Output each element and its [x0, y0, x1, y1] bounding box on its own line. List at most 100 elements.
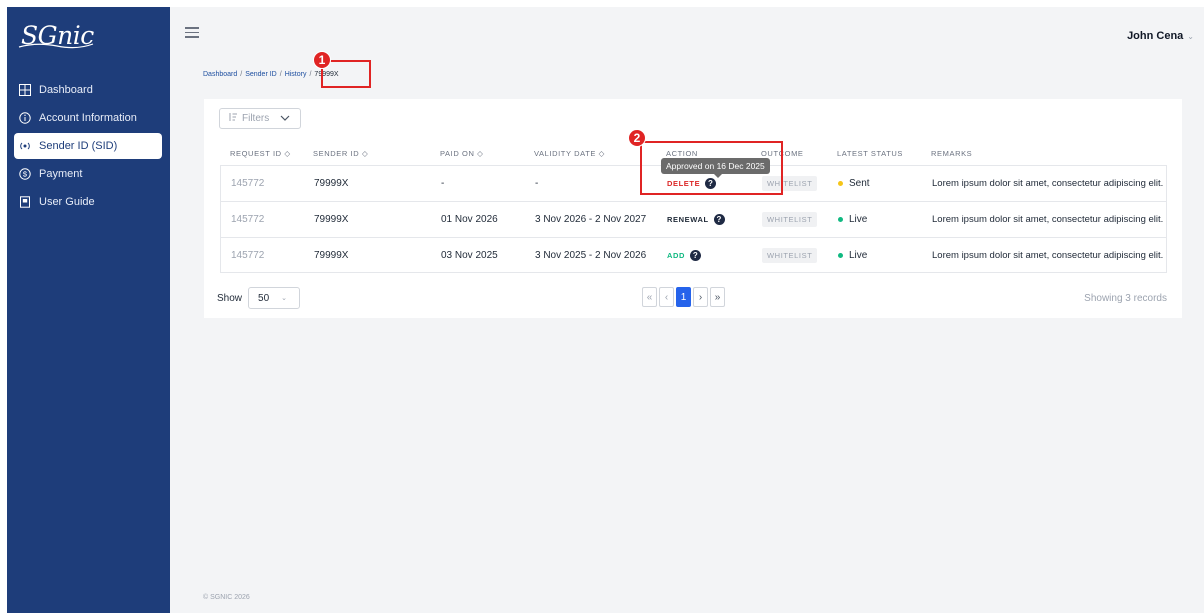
table-row: 145772 79999X 01 Nov 2026 3 Nov 2026 - 2…: [220, 201, 1167, 237]
cell-sender-id: 79999X: [314, 214, 349, 225]
header-label: REQUEST ID: [230, 148, 282, 158]
filters-button[interactable]: Filters: [219, 108, 301, 129]
header-label: VALIDITY DATE: [534, 148, 596, 158]
cell-validity-date: 3 Nov 2026 - 2 Nov 2027: [535, 214, 647, 225]
status-indicator: Live: [838, 214, 867, 225]
column-header-request-id[interactable]: REQUEST ID ◇: [220, 149, 313, 158]
window-top-edge: [0, 0, 1204, 7]
cell-paid-on: 03 Nov 2025: [441, 249, 498, 261]
breadcrumb-link-sender-id[interactable]: Sender ID: [245, 71, 277, 78]
outcome-badge: WHITELIST: [762, 212, 818, 227]
sidebar-item-label: User Guide: [39, 196, 95, 208]
pagination: « ‹ 1 › »: [642, 287, 725, 307]
records-count: Showing 3 records: [1084, 293, 1167, 304]
page-size-control: Show 50 ⌄: [217, 287, 301, 309]
sgnic-logo[interactable]: SGnic: [18, 21, 94, 50]
sidebar: SGnic Dashboard Account Information Send…: [7, 7, 170, 613]
sidebar-item-account-information[interactable]: Account Information: [7, 105, 170, 131]
breadcrumb-separator: /: [309, 71, 312, 78]
sidebar-nav: Dashboard Account Information Sender ID …: [7, 77, 170, 217]
status-text: Live: [849, 249, 868, 261]
sort-icon: ◇: [477, 148, 484, 158]
action-label: ADD?: [667, 249, 702, 261]
sort-icon: ◇: [361, 148, 369, 158]
column-header-latest-status: LATEST STATUS: [837, 148, 904, 158]
header-label: PAID ON: [440, 148, 475, 158]
sort-icon: ◇: [598, 148, 606, 158]
book-icon: [18, 195, 32, 209]
help-question-icon[interactable]: ?: [690, 249, 702, 261]
sidebar-item-label: Payment: [39, 168, 83, 180]
grid-icon: [18, 83, 32, 97]
cell-sender-id: 79999X: [314, 249, 349, 261]
cell-request-id: 145772: [231, 249, 265, 261]
breadcrumb: Dashboard / Sender ID / History / 79999X: [203, 71, 339, 78]
column-header-remarks: REMARKS: [931, 148, 973, 158]
history-card: Filters REQUEST ID ◇ SENDER ID ◇ PAID ON…: [204, 99, 1182, 318]
column-header-paid-on[interactable]: PAID ON ◇: [440, 149, 534, 158]
filters-label: Filters: [242, 113, 270, 124]
page-size-value: 50: [258, 292, 270, 304]
action-label: RENEWAL?: [667, 214, 725, 225]
svg-text:$: $: [23, 170, 28, 179]
sort-icon: ◇: [284, 148, 291, 158]
next-page-button[interactable]: ›: [693, 287, 708, 307]
status-indicator: Live: [838, 250, 867, 261]
status-text: Live: [849, 214, 868, 225]
cell-request-id: 145772: [231, 178, 265, 189]
chevron-down-icon: ⌄: [281, 295, 288, 302]
breadcrumb-separator: /: [240, 71, 243, 78]
cell-paid-on: -: [441, 178, 445, 189]
cell-validity-date: 3 Nov 2025 - 2 Nov 2026: [535, 249, 647, 261]
window-left-edge: [0, 0, 7, 613]
page-size-select[interactable]: 50 ⌄: [248, 287, 301, 309]
status-text: Sent: [849, 178, 870, 189]
broadcast-icon: [18, 139, 32, 153]
chevron-down-icon: ⌄: [1187, 31, 1194, 41]
status-dot-icon: [838, 252, 843, 258]
cell-request-id: 145772: [231, 214, 265, 225]
status-indicator: Sent: [838, 178, 870, 189]
page-button[interactable]: 1: [676, 287, 691, 307]
annotation-box-action: [640, 141, 783, 195]
cell-remarks: Lorem ipsum dolor sit amet, consectetur …: [932, 178, 1164, 189]
last-page-button[interactable]: »: [710, 287, 725, 307]
breadcrumb-link-dashboard[interactable]: Dashboard: [203, 71, 237, 78]
user-name: John Cena: [1127, 30, 1184, 42]
filter-sort-icon: [228, 113, 237, 124]
prev-page-button[interactable]: ‹: [659, 287, 674, 307]
cell-remarks: Lorem ipsum dolor sit amet, consectetur …: [932, 214, 1164, 225]
copyright-text: © SGNIC 2026: [203, 594, 250, 601]
cell-sender-id: 79999X: [314, 178, 349, 189]
outcome-badge: WHITELIST: [762, 247, 818, 263]
action-text: ADD: [667, 250, 686, 260]
cell-paid-on: 01 Nov 2026: [441, 214, 498, 225]
sidebar-item-label: Sender ID (SID): [39, 140, 118, 152]
dollar-circle-icon: $: [18, 167, 32, 181]
breadcrumb-link-history[interactable]: History: [285, 71, 307, 78]
logo-swoosh-icon: [18, 43, 94, 49]
action-text: RENEWAL: [667, 215, 709, 224]
hamburger-menu-icon[interactable]: [185, 27, 199, 39]
status-dot-icon: [838, 181, 843, 186]
show-label: Show: [217, 292, 243, 304]
column-header-sender-id[interactable]: SENDER ID ◇: [313, 149, 440, 158]
sidebar-item-label: Dashboard: [39, 84, 93, 96]
annotation-badge-2: 2: [628, 129, 646, 147]
first-page-button[interactable]: «: [642, 287, 657, 307]
help-question-icon[interactable]: ?: [713, 214, 725, 225]
chevron-down-icon: [280, 113, 290, 124]
user-menu[interactable]: John Cena ⌄: [1127, 30, 1194, 42]
status-dot-icon: [838, 217, 843, 222]
annotation-badge-1: 1: [313, 51, 331, 69]
cell-remarks: Lorem ipsum dolor sit amet, consectetur …: [932, 249, 1164, 261]
sidebar-item-label: Account Information: [39, 112, 137, 124]
breadcrumb-separator: /: [279, 71, 282, 78]
info-circle-icon: [18, 111, 32, 125]
header-label: SENDER ID: [313, 148, 360, 158]
sidebar-item-sender-id[interactable]: Sender ID (SID): [14, 133, 162, 159]
table-row: 145772 79999X 03 Nov 2025 3 Nov 2025 - 2…: [220, 237, 1167, 273]
sidebar-item-dashboard[interactable]: Dashboard: [7, 77, 170, 103]
sidebar-item-payment[interactable]: $ Payment: [7, 161, 170, 187]
sidebar-item-user-guide[interactable]: User Guide: [7, 189, 170, 215]
